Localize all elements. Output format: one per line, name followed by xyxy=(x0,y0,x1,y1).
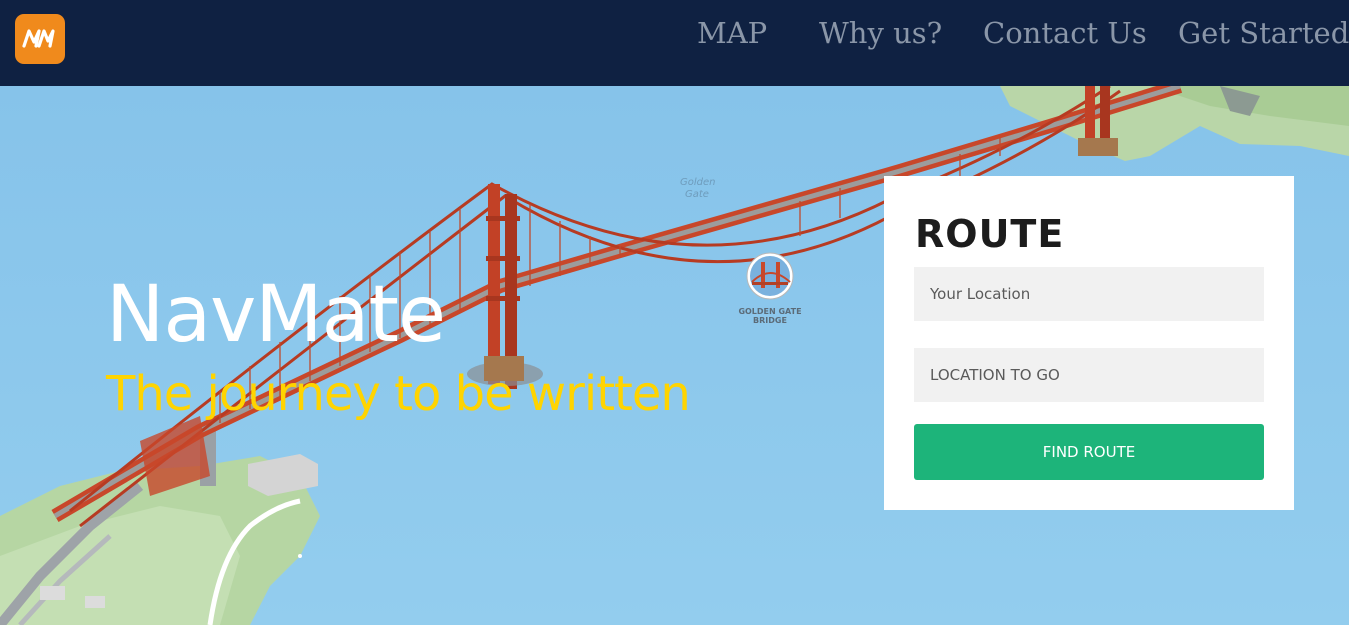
nav-link-get-started[interactable]: Get Started xyxy=(1178,16,1349,50)
poi-label-line-1: GOLDEN GATE xyxy=(738,307,802,316)
golden-gate-poi-marker[interactable] xyxy=(746,252,794,300)
logo-mark-icon xyxy=(22,29,55,48)
route-form-card: ROUTE FIND ROUTE xyxy=(884,176,1294,510)
destination-location-input[interactable] xyxy=(914,348,1264,402)
top-navbar: MAP Why us? Contact Us Get Started xyxy=(0,0,1349,86)
navmate-logo[interactable] xyxy=(15,14,65,64)
nav-link-contact-us[interactable]: Contact Us xyxy=(983,16,1147,50)
find-route-button[interactable]: FIND ROUTE xyxy=(914,424,1264,480)
hero-tagline: The journey to be written xyxy=(106,366,691,422)
map-water-label: Gate xyxy=(685,189,709,200)
poi-label: GOLDEN GATE BRIDGE xyxy=(735,307,805,325)
hero-brand-title: NavMate xyxy=(106,270,446,360)
map-water-label: Golden xyxy=(680,177,715,188)
poi-label-line-2: BRIDGE xyxy=(753,316,787,325)
route-title: ROUTE xyxy=(915,212,1065,256)
nav-link-map[interactable]: MAP xyxy=(697,16,767,50)
nav-link-why-us[interactable]: Why us? xyxy=(819,16,942,50)
origin-location-input[interactable] xyxy=(914,267,1264,321)
